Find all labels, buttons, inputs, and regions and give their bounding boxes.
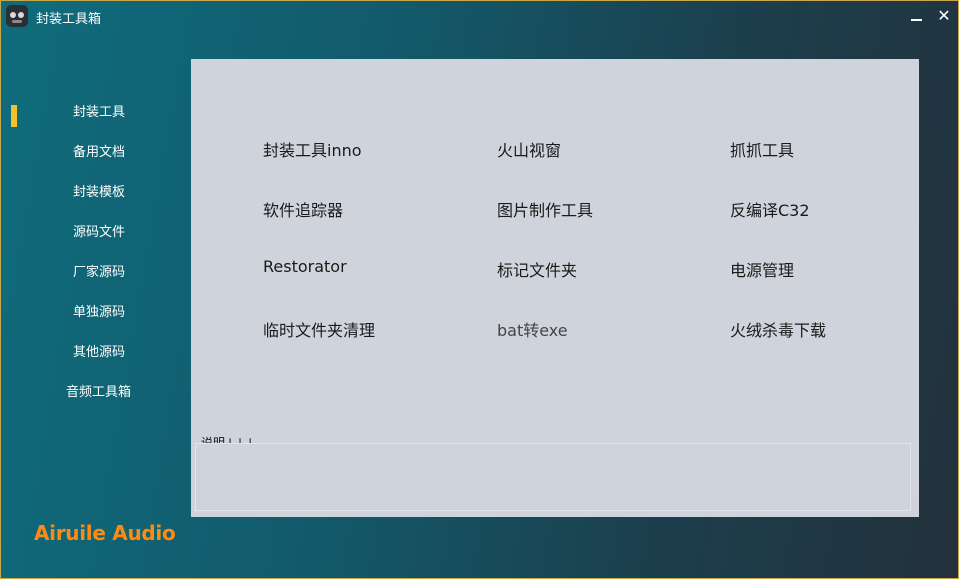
app-window: 封装工具箱 ✕ 封装工具 备用文档 封装模板 源码文件 厂家源码 单独源码 其他… xyxy=(0,0,959,579)
tool-link[interactable]: 软件追踪器 xyxy=(263,197,343,221)
content-panel: 封装工具inno 火山视窗 抓抓工具 软件追踪器 图片制作工具 反编译C32 R… xyxy=(191,59,919,517)
tool-link[interactable]: 图片制作工具 xyxy=(497,197,593,221)
brand-logo: Airuile Audio xyxy=(34,521,176,545)
sidebar-item-packaging-templates[interactable]: 封装模板 xyxy=(1,171,191,211)
sidebar-item-vendor-source[interactable]: 厂家源码 xyxy=(1,251,191,291)
tool-link[interactable]: 电源管理 xyxy=(730,257,794,281)
sidebar-item-label: 其他源码 xyxy=(73,345,126,360)
app-robot-icon xyxy=(6,5,28,27)
sidebar-item-label: 源码文件 xyxy=(73,225,126,240)
sidebar-item-other-source[interactable]: 其他源码 xyxy=(1,331,191,371)
minimize-icon xyxy=(911,19,922,21)
close-button[interactable]: ✕ xyxy=(934,7,954,27)
sidebar-item-label: 封装模板 xyxy=(73,185,126,200)
tool-link[interactable]: 火绒杀毒下载 xyxy=(730,317,826,341)
tool-link[interactable]: Restorator xyxy=(263,257,347,276)
active-indicator xyxy=(11,105,17,127)
minimize-button[interactable] xyxy=(907,7,927,27)
close-icon: ✕ xyxy=(937,6,951,25)
sidebar-item-backup-docs[interactable]: 备用文档 xyxy=(1,131,191,171)
sidebar-item-source-files[interactable]: 源码文件 xyxy=(1,211,191,251)
tool-link[interactable]: 反编译C32 xyxy=(730,197,810,221)
tool-link[interactable]: 抓抓工具 xyxy=(730,137,794,161)
title-bar[interactable]: 封装工具箱 ✕ xyxy=(1,1,958,33)
sidebar-item-packaging-tools[interactable]: 封装工具 xyxy=(1,91,191,131)
tool-link[interactable]: 火山视窗 xyxy=(497,137,561,161)
sidebar-nav: 封装工具 备用文档 封装模板 源码文件 厂家源码 单独源码 其他源码 音频工具箱 xyxy=(1,91,191,411)
tool-link[interactable]: 临时文件夹清理 xyxy=(263,317,375,341)
sidebar-item-label: 厂家源码 xyxy=(73,265,126,280)
sidebar-item-label: 音频工具箱 xyxy=(66,385,132,400)
description-textbox[interactable] xyxy=(195,443,911,511)
sidebar-item-label: 备用文档 xyxy=(73,145,126,160)
sidebar-item-label: 单独源码 xyxy=(73,305,126,320)
sidebar-item-standalone-source[interactable]: 单独源码 xyxy=(1,291,191,331)
sidebar-item-audio-toolbox[interactable]: 音频工具箱 xyxy=(1,371,191,411)
tool-link[interactable]: bat转exe xyxy=(497,317,568,341)
window-title: 封装工具箱 xyxy=(36,12,102,27)
tool-link[interactable]: 标记文件夹 xyxy=(497,257,577,281)
tool-link[interactable]: 封装工具inno xyxy=(263,137,362,161)
sidebar-item-label: 封装工具 xyxy=(73,105,126,120)
